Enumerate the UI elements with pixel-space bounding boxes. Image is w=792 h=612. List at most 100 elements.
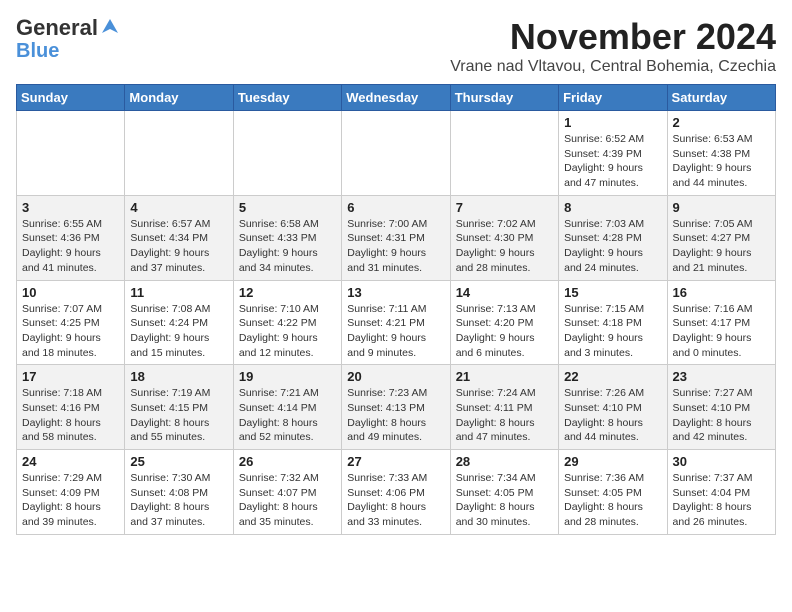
day-number: 10 — [22, 285, 119, 300]
day-info: Sunrise: 7:03 AM Sunset: 4:28 PM Dayligh… — [564, 217, 661, 276]
day-number: 11 — [130, 285, 227, 300]
day-info: Sunrise: 7:19 AM Sunset: 4:15 PM Dayligh… — [130, 386, 227, 445]
calendar-cell: 18 Sunrise: 7:19 AM Sunset: 4:15 PM Dayli… — [125, 365, 233, 450]
weekday-header-sunday: Sunday — [17, 85, 125, 111]
day-number: 4 — [130, 200, 227, 215]
logo-text-blue: Blue — [16, 40, 59, 62]
day-info: Sunrise: 6:57 AM Sunset: 4:34 PM Dayligh… — [130, 217, 227, 276]
calendar-cell: 15Sunrise: 7:15 AM Sunset: 4:18 PM Dayli… — [559, 280, 667, 365]
day-number: 23 — [673, 369, 770, 384]
day-info: Sunrise: 7:29 AM Sunset: 4:09 PM Dayligh… — [22, 471, 119, 530]
day-number: 6 — [347, 200, 444, 215]
day-info: Sunrise: 7:27 AM Sunset: 4:10 PM Dayligh… — [673, 386, 770, 445]
day-number: 2 — [673, 115, 770, 130]
calendar-cell: 16 Sunrise: 7:16 AM Sunset: 4:17 PM Dayli… — [667, 280, 775, 365]
day-number: 14 — [456, 285, 553, 300]
calendar-cell — [17, 111, 125, 196]
calendar-cell: 11 Sunrise: 7:08 AM Sunset: 4:24 PM Dayli… — [125, 280, 233, 365]
calendar-week-1: 3 Sunrise: 6:55 AM Sunset: 4:36 PM Daylig… — [17, 195, 776, 280]
calendar-cell: 28Sunrise: 7:34 AM Sunset: 4:05 PM Dayli… — [450, 450, 558, 535]
title-block: November 2024 Vrane nad Vltavou, Central… — [450, 16, 776, 76]
day-number: 18 — [130, 369, 227, 384]
day-number: 24 — [22, 454, 119, 469]
day-info: Sunrise: 7:33 AM Sunset: 4:06 PM Dayligh… — [347, 471, 444, 530]
page-header: General Blue November 2024 Vrane nad Vlt… — [16, 16, 776, 76]
calendar-cell: 8 Sunrise: 7:03 AM Sunset: 4:28 PM Daylig… — [559, 195, 667, 280]
day-info: Sunrise: 7:37 AM Sunset: 4:04 PM Dayligh… — [673, 471, 770, 530]
calendar-week-0: 1Sunrise: 6:52 AM Sunset: 4:39 PM Daylig… — [17, 111, 776, 196]
calendar-cell: 6 Sunrise: 7:00 AM Sunset: 4:31 PM Daylig… — [342, 195, 450, 280]
calendar-cell — [125, 111, 233, 196]
day-info: Sunrise: 7:21 AM Sunset: 4:14 PM Dayligh… — [239, 386, 336, 445]
day-info: Sunrise: 7:18 AM Sunset: 4:16 PM Dayligh… — [22, 386, 119, 445]
calendar-cell: 12Sunrise: 7:10 AM Sunset: 4:22 PM Dayli… — [233, 280, 341, 365]
weekday-header-thursday: Thursday — [450, 85, 558, 111]
day-info: Sunrise: 7:13 AM Sunset: 4:20 PM Dayligh… — [456, 302, 553, 361]
day-info: Sunrise: 7:00 AM Sunset: 4:31 PM Dayligh… — [347, 217, 444, 276]
day-info: Sunrise: 7:02 AM Sunset: 4:30 PM Dayligh… — [456, 217, 553, 276]
day-info: Sunrise: 7:05 AM Sunset: 4:27 PM Dayligh… — [673, 217, 770, 276]
calendar-cell: 21 Sunrise: 7:24 AM Sunset: 4:11 PM Dayli… — [450, 365, 558, 450]
day-number: 3 — [22, 200, 119, 215]
day-info: Sunrise: 7:11 AM Sunset: 4:21 PM Dayligh… — [347, 302, 444, 361]
calendar-cell: 1Sunrise: 6:52 AM Sunset: 4:39 PM Daylig… — [559, 111, 667, 196]
day-info: Sunrise: 7:34 AM Sunset: 4:05 PM Dayligh… — [456, 471, 553, 530]
day-number: 25 — [130, 454, 227, 469]
day-number: 5 — [239, 200, 336, 215]
month-title: November 2024 — [450, 16, 776, 58]
logo: General Blue — [16, 16, 120, 62]
calendar-cell — [450, 111, 558, 196]
calendar-cell: 14 Sunrise: 7:13 AM Sunset: 4:20 PM Dayli… — [450, 280, 558, 365]
day-number: 16 — [673, 285, 770, 300]
calendar-cell: 13 Sunrise: 7:11 AM Sunset: 4:21 PM Dayli… — [342, 280, 450, 365]
day-info: Sunrise: 6:55 AM Sunset: 4:36 PM Dayligh… — [22, 217, 119, 276]
calendar-cell: 7Sunrise: 7:02 AM Sunset: 4:30 PM Daylig… — [450, 195, 558, 280]
day-info: Sunrise: 7:36 AM Sunset: 4:05 PM Dayligh… — [564, 471, 661, 530]
day-number: 22 — [564, 369, 661, 384]
calendar-cell: 17Sunrise: 7:18 AM Sunset: 4:16 PM Dayli… — [17, 365, 125, 450]
day-number: 8 — [564, 200, 661, 215]
calendar-cell: 23 Sunrise: 7:27 AM Sunset: 4:10 PM Dayli… — [667, 365, 775, 450]
day-info: Sunrise: 6:53 AM Sunset: 4:38 PM Dayligh… — [673, 132, 770, 191]
day-info: Sunrise: 7:30 AM Sunset: 4:08 PM Dayligh… — [130, 471, 227, 530]
day-number: 19 — [239, 369, 336, 384]
day-info: Sunrise: 7:10 AM Sunset: 4:22 PM Dayligh… — [239, 302, 336, 361]
calendar-table: SundayMondayTuesdayWednesdayThursdayFrid… — [16, 84, 776, 535]
day-number: 29 — [564, 454, 661, 469]
weekday-header-wednesday: Wednesday — [342, 85, 450, 111]
day-number: 21 — [456, 369, 553, 384]
day-info: Sunrise: 7:15 AM Sunset: 4:18 PM Dayligh… — [564, 302, 661, 361]
day-number: 27 — [347, 454, 444, 469]
calendar-week-2: 10Sunrise: 7:07 AM Sunset: 4:25 PM Dayli… — [17, 280, 776, 365]
calendar-body: 1Sunrise: 6:52 AM Sunset: 4:39 PM Daylig… — [17, 111, 776, 535]
calendar-cell: 19 Sunrise: 7:21 AM Sunset: 4:14 PM Dayli… — [233, 365, 341, 450]
day-info: Sunrise: 7:32 AM Sunset: 4:07 PM Dayligh… — [239, 471, 336, 530]
weekday-header-saturday: Saturday — [667, 85, 775, 111]
calendar-cell: 9 Sunrise: 7:05 AM Sunset: 4:27 PM Daylig… — [667, 195, 775, 280]
location: Vrane nad Vltavou, Central Bohemia, Czec… — [450, 58, 776, 76]
weekday-header-friday: Friday — [559, 85, 667, 111]
calendar-cell: 5 Sunrise: 6:58 AM Sunset: 4:33 PM Daylig… — [233, 195, 341, 280]
day-info: Sunrise: 6:52 AM Sunset: 4:39 PM Dayligh… — [564, 132, 661, 191]
calendar-cell: 29 Sunrise: 7:36 AM Sunset: 4:05 PM Dayli… — [559, 450, 667, 535]
day-info: Sunrise: 7:23 AM Sunset: 4:13 PM Dayligh… — [347, 386, 444, 445]
calendar-week-4: 24 Sunrise: 7:29 AM Sunset: 4:09 PM Dayli… — [17, 450, 776, 535]
day-number: 9 — [673, 200, 770, 215]
calendar-cell: 10Sunrise: 7:07 AM Sunset: 4:25 PM Dayli… — [17, 280, 125, 365]
calendar-cell: 2 Sunrise: 6:53 AM Sunset: 4:38 PM Daylig… — [667, 111, 775, 196]
weekday-header-tuesday: Tuesday — [233, 85, 341, 111]
day-info: Sunrise: 7:26 AM Sunset: 4:10 PM Dayligh… — [564, 386, 661, 445]
day-number: 13 — [347, 285, 444, 300]
calendar-cell: 3 Sunrise: 6:55 AM Sunset: 4:36 PM Daylig… — [17, 195, 125, 280]
weekday-header-monday: Monday — [125, 85, 233, 111]
calendar-header-row: SundayMondayTuesdayWednesdayThursdayFrid… — [17, 85, 776, 111]
day-number: 30 — [673, 454, 770, 469]
logo-text-general: General — [16, 16, 98, 40]
day-info: Sunrise: 6:58 AM Sunset: 4:33 PM Dayligh… — [239, 217, 336, 276]
calendar-cell: 20 Sunrise: 7:23 AM Sunset: 4:13 PM Dayli… — [342, 365, 450, 450]
day-info: Sunrise: 7:24 AM Sunset: 4:11 PM Dayligh… — [456, 386, 553, 445]
day-info: Sunrise: 7:16 AM Sunset: 4:17 PM Dayligh… — [673, 302, 770, 361]
day-number: 20 — [347, 369, 444, 384]
day-info: Sunrise: 7:08 AM Sunset: 4:24 PM Dayligh… — [130, 302, 227, 361]
calendar-cell — [233, 111, 341, 196]
